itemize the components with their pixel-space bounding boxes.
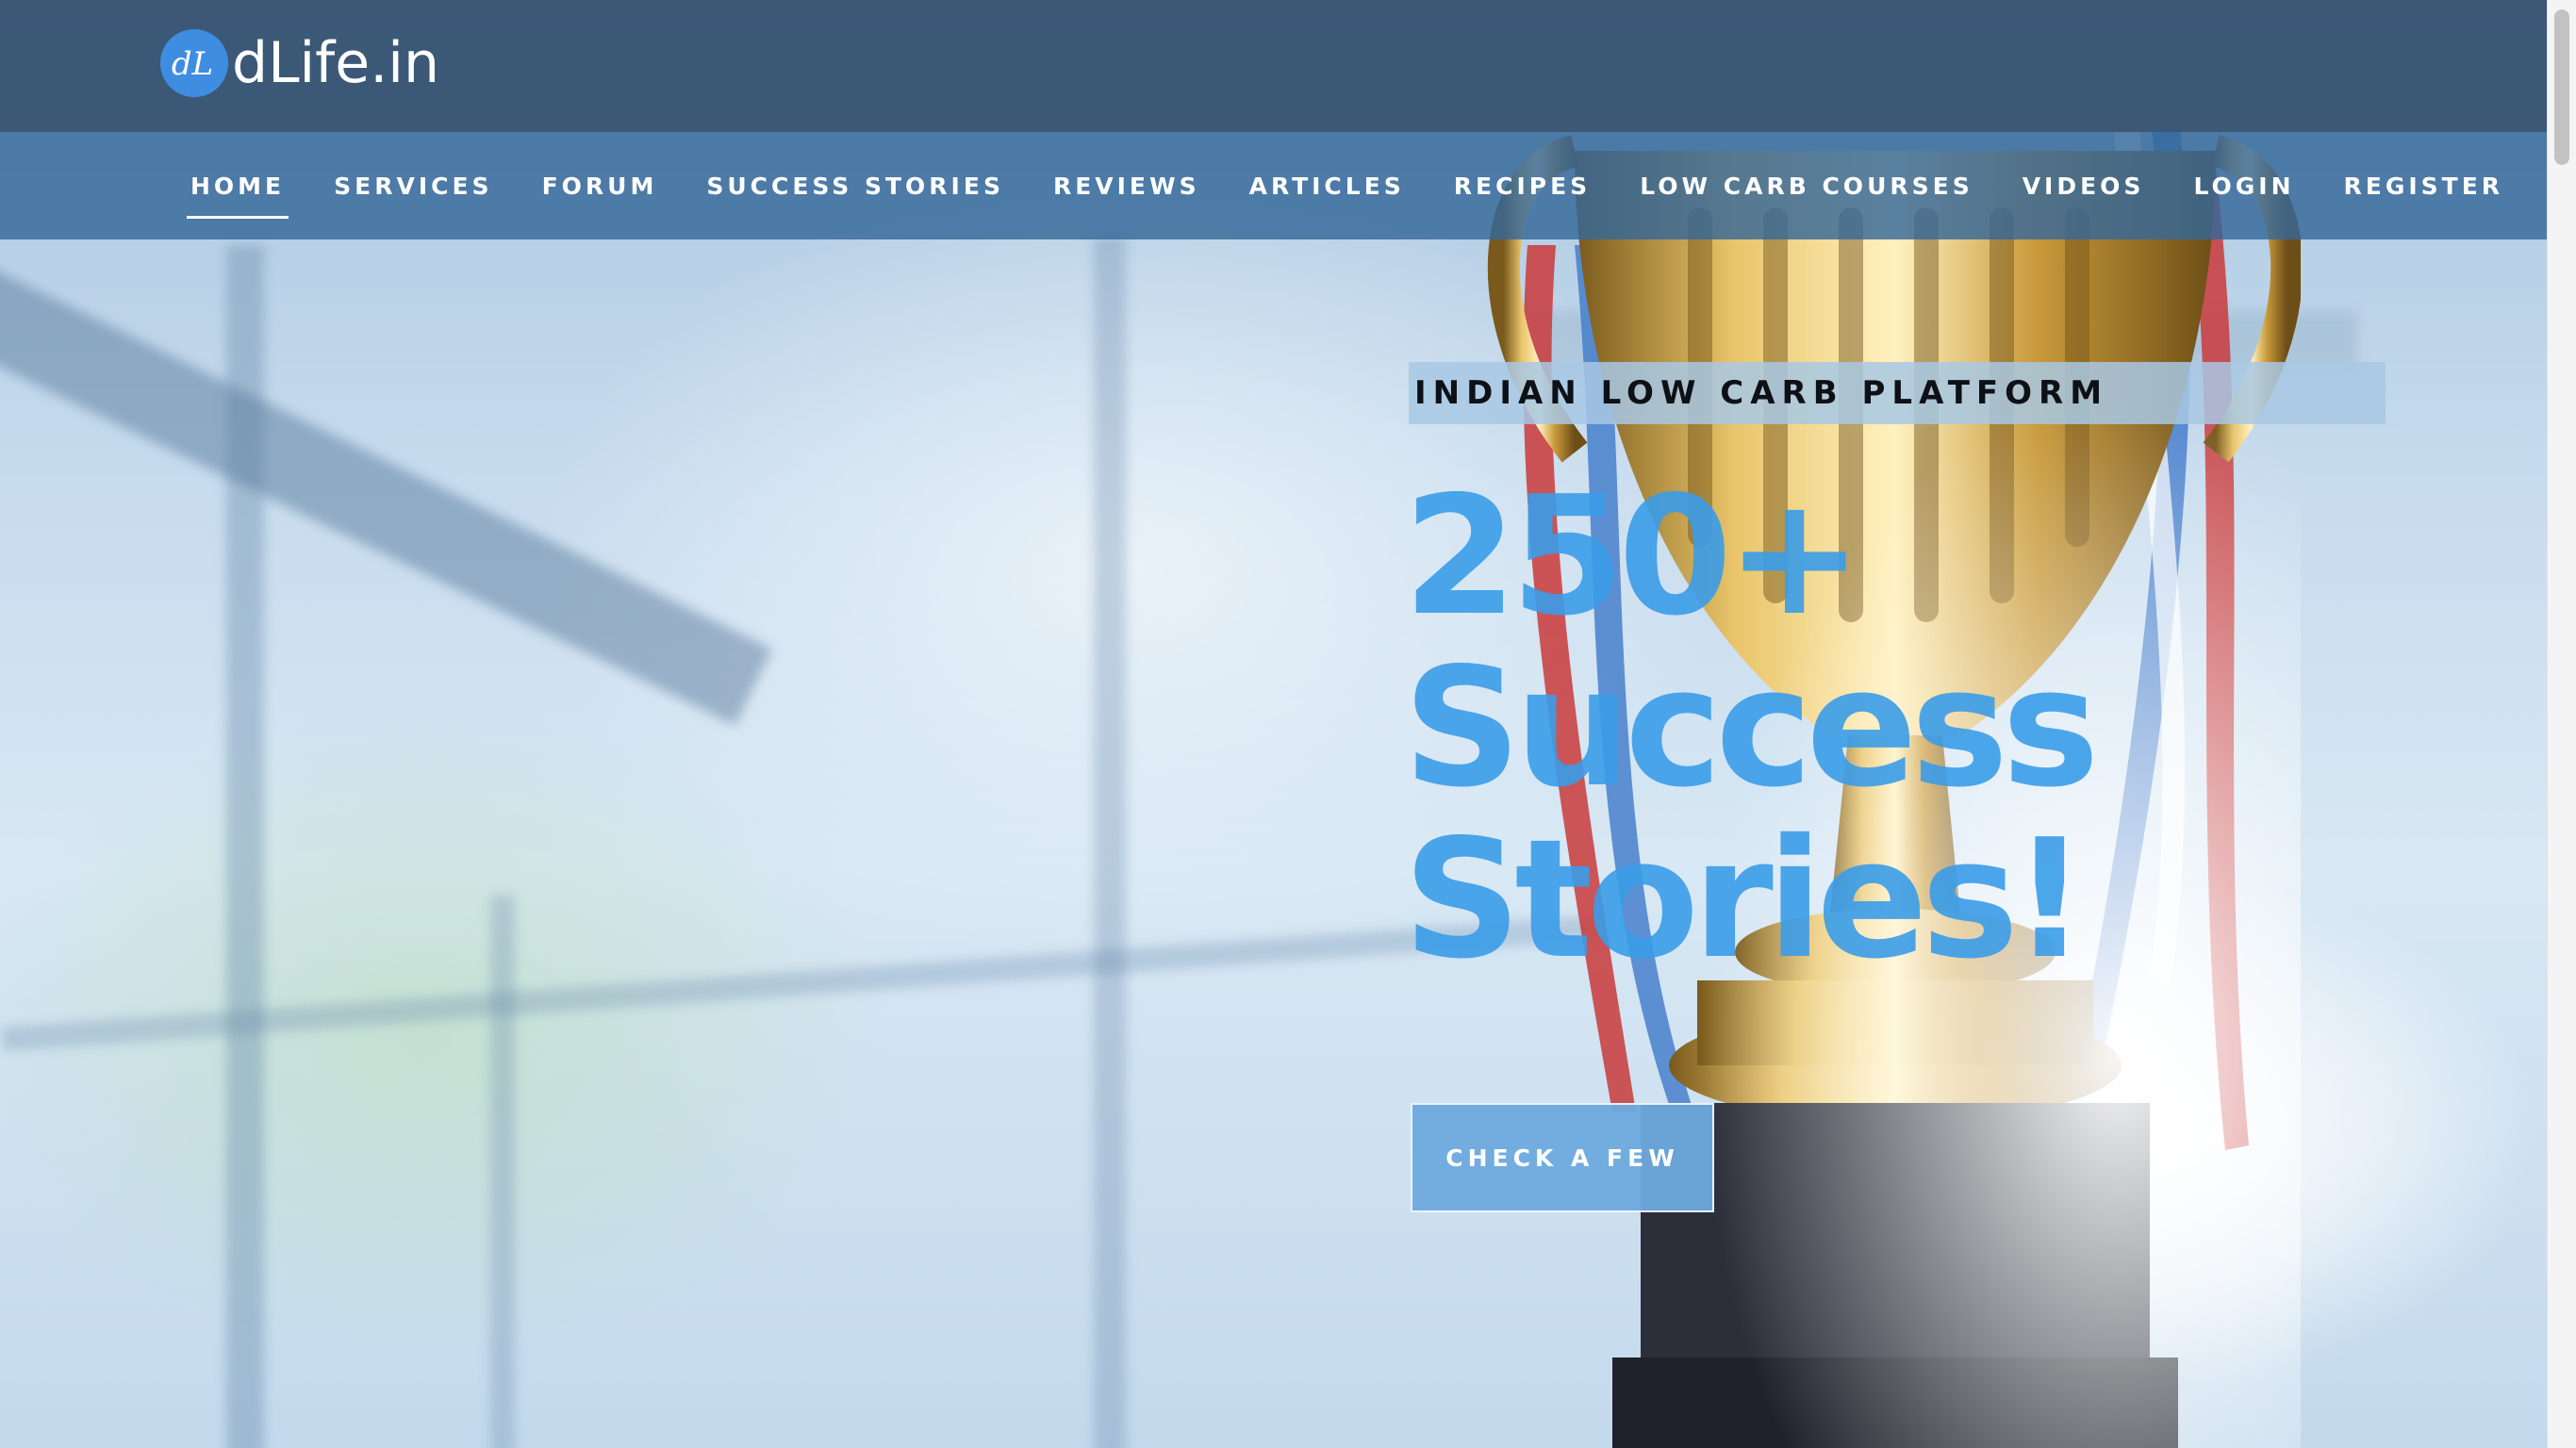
background-pillar — [1094, 236, 1126, 1448]
nav-item-forum[interactable]: FORUM — [537, 163, 664, 209]
nav-item-services[interactable]: SERVICES — [328, 163, 498, 209]
hero-eyebrow-banner: INDIAN LOW CARB PLATFORM — [1409, 362, 2386, 424]
nav-item-recipes[interactable]: RECIPES — [1448, 163, 1596, 209]
nav-item-videos[interactable]: VIDEOS — [2017, 163, 2151, 209]
background-railing-post — [490, 896, 515, 1448]
logo-mark-text: dL — [172, 45, 213, 83]
hero-headline: 250+ Success Stories! — [1403, 471, 2440, 986]
logo-mark-icon: dL — [160, 29, 228, 97]
nav-item-register[interactable]: REGISTER — [2338, 163, 2510, 209]
nav-item-articles[interactable]: ARTICLES — [1244, 163, 1411, 209]
check-a-few-button[interactable]: CHECK A FEW — [1411, 1103, 1714, 1212]
nav-item-home[interactable]: HOME — [185, 163, 290, 219]
main-navigation: HOME SERVICES FORUM SUCCESS STORIES REVI… — [0, 132, 2548, 239]
nav-item-login[interactable]: LOGIN — [2188, 163, 2300, 209]
nav-menu: HOME SERVICES FORUM SUCCESS STORIES REVI… — [185, 132, 2547, 239]
nav-item-reviews[interactable]: REVIEWS — [1048, 163, 1206, 209]
nav-item-low-carb-courses[interactable]: LOW CARB COURSES — [1634, 163, 1979, 209]
page: dL dLife.in HOME SERVICES FORUM SUCCESS … — [0, 0, 2576, 1448]
page-scrollbar[interactable] — [2547, 0, 2576, 1448]
logo-text: dLife.in — [232, 30, 439, 96]
hero-headline-line: Stories! — [1403, 804, 2087, 996]
background-beam — [0, 236, 772, 726]
background-pillar — [226, 245, 264, 1448]
hero-headline-line: 250+ — [1403, 461, 1863, 652]
nav-item-success-stories[interactable]: SUCCESS STORIES — [701, 163, 1010, 209]
hero-headline-line: Success — [1403, 633, 2100, 824]
hero-eyebrow-text: INDIAN LOW CARB PLATFORM — [1414, 374, 2109, 412]
site-logo[interactable]: dL dLife.in — [160, 28, 439, 98]
site-header: dL dLife.in — [0, 0, 2548, 132]
scrollbar-thumb[interactable] — [2554, 9, 2569, 165]
